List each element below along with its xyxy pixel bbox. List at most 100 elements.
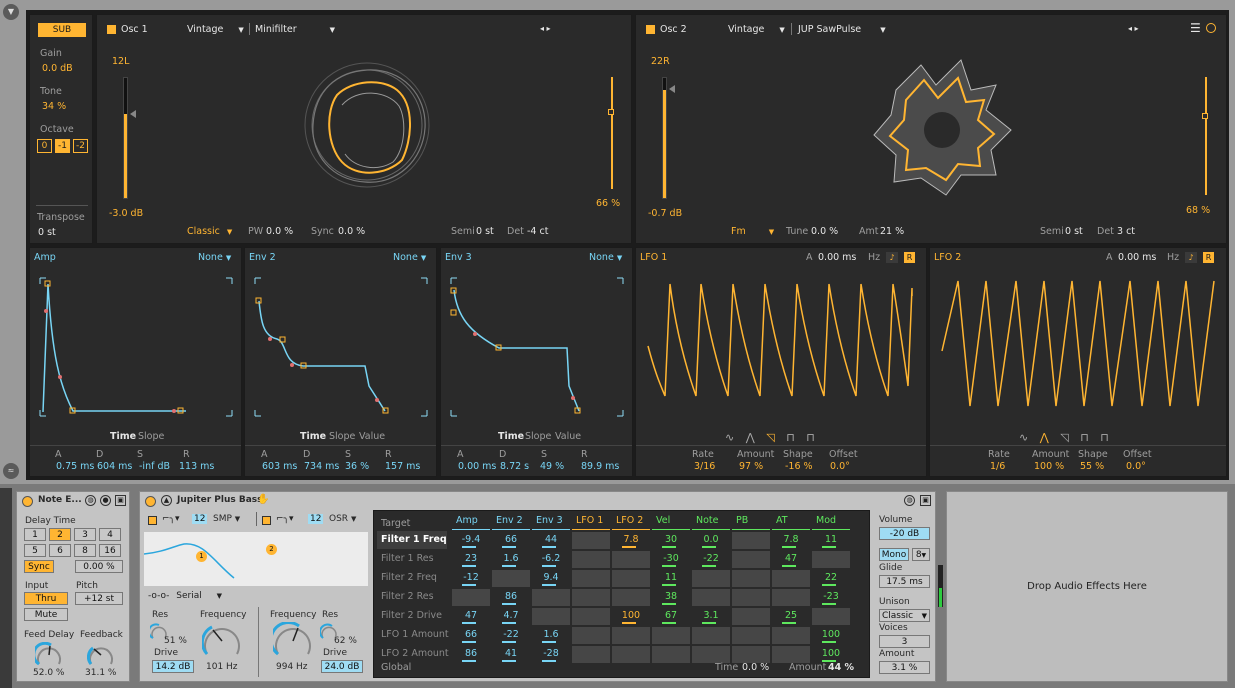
osc1-level-meter[interactable] xyxy=(123,77,128,199)
nav-arrows-icon[interactable]: ◂ ▸ xyxy=(1128,24,1139,33)
env-mode-dropdown[interactable]: None ▼ xyxy=(393,252,426,263)
matrix-cell[interactable]: 100 xyxy=(612,608,650,625)
filter2-badge[interactable]: 2 xyxy=(266,544,277,555)
tab-value[interactable]: Value xyxy=(359,431,385,442)
routing-dropdown[interactable]: -o-o- Serial ▼ xyxy=(148,591,222,601)
delay-8-button[interactable]: 8 xyxy=(74,544,96,557)
matrix-cell[interactable]: -9.4 xyxy=(452,532,490,549)
decay-value[interactable]: 8.72 s xyxy=(500,461,529,472)
matrix-cell[interactable] xyxy=(572,608,610,625)
matrix-cell[interactable]: 22 xyxy=(812,570,850,587)
tab-time[interactable]: Time xyxy=(300,431,326,442)
matrix-row-label[interactable]: Filter 2 Res xyxy=(377,588,447,606)
matrix-row-label[interactable]: LFO 2 Amount xyxy=(377,645,449,663)
delay-2-button[interactable]: 2 xyxy=(49,528,71,541)
tab-slope[interactable]: Slope xyxy=(525,431,551,442)
matrix-cell[interactable]: 11 xyxy=(812,532,850,549)
offset-value[interactable]: 0.0° xyxy=(1126,461,1146,472)
lfo-attack-value[interactable]: 0.00 ms xyxy=(1118,252,1156,263)
save-icon[interactable]: ▣ xyxy=(115,495,126,506)
matrix-cell[interactable] xyxy=(732,646,770,663)
note-icon[interactable]: ♪ xyxy=(886,252,898,263)
matrix-cell[interactable]: 9.4 xyxy=(532,570,570,587)
matrix-cell[interactable]: 86 xyxy=(492,589,530,606)
feed-delay-knob[interactable] xyxy=(35,642,63,666)
matrix-cell[interactable]: 47 xyxy=(452,608,490,625)
shape-value[interactable]: -16 % xyxy=(785,461,813,472)
delay-1-button[interactable]: 1 xyxy=(24,528,46,541)
osc1-db[interactable]: -3.0 dB xyxy=(109,208,143,219)
macro-icon[interactable]: ◍ xyxy=(85,495,96,506)
matrix-cell[interactable]: 23 xyxy=(452,551,490,568)
transpose-value[interactable]: 0 st xyxy=(38,227,56,238)
matrix-cell[interactable] xyxy=(572,551,610,568)
matrix-cell[interactable] xyxy=(612,589,650,606)
osc2-type-dropdown[interactable]: Vintage ▼ xyxy=(728,24,785,35)
rate-value[interactable]: 3/16 xyxy=(694,461,715,472)
release-value[interactable]: 157 ms xyxy=(385,461,420,472)
env-mode-dropdown[interactable]: None ▼ xyxy=(589,252,622,263)
filter2-slope[interactable]: 12 xyxy=(308,514,324,524)
filter1-shape-dropdown[interactable]: ⌐╮▾ xyxy=(162,514,179,524)
link-icon[interactable]: ● xyxy=(100,495,111,506)
matrix-cell[interactable] xyxy=(732,589,770,606)
shape-value[interactable]: 55 % xyxy=(1080,461,1104,472)
voices-dropdown[interactable]: 8▼ xyxy=(912,548,930,561)
matrix-cell[interactable] xyxy=(692,589,730,606)
lfo1-shape-selector[interactable]: ∿ ⋀ ◹ ⊓ ⊓ xyxy=(725,431,845,444)
hotswap-icon[interactable]: ≈ xyxy=(3,463,19,479)
feedback-knob[interactable] xyxy=(87,642,115,666)
matrix-cell[interactable] xyxy=(732,551,770,568)
unison-dropdown[interactable]: Classic ▼ xyxy=(879,609,930,622)
circle-icon[interactable] xyxy=(1206,23,1216,33)
matrix-cell[interactable]: 67 xyxy=(652,608,690,625)
env2-graph[interactable] xyxy=(253,276,429,418)
sync-button[interactable]: Sync xyxy=(24,560,54,573)
matrix-cell[interactable] xyxy=(692,570,730,587)
delay-4-button[interactable]: 4 xyxy=(99,528,121,541)
filter1-type-dropdown[interactable]: SMP ▼ xyxy=(213,514,240,524)
matrix-cell[interactable]: -28 xyxy=(532,646,570,663)
matrix-cell[interactable]: 1.6 xyxy=(532,627,570,644)
env3-graph[interactable] xyxy=(449,276,625,418)
gain-value[interactable]: 0.0 dB xyxy=(42,63,73,74)
matrix-row-label[interactable]: Filter 2 Freq xyxy=(377,569,447,587)
matrix-cell[interactable] xyxy=(532,608,570,625)
matrix-cell[interactable] xyxy=(612,551,650,568)
delay-6-button[interactable]: 6 xyxy=(49,544,71,557)
matrix-cell[interactable] xyxy=(732,532,770,549)
octave-minus2-button[interactable]: -2 xyxy=(73,139,88,153)
osc1-right-slider[interactable] xyxy=(608,77,614,189)
amp-envelope-graph[interactable] xyxy=(38,276,234,418)
matrix-cell[interactable]: 1.6 xyxy=(492,551,530,568)
sustain-value[interactable]: 36 % xyxy=(345,461,369,472)
octave-0-button[interactable]: 0 xyxy=(37,139,52,153)
matrix-cell[interactable]: 7.8 xyxy=(612,532,650,549)
matrix-cell[interactable]: 7.8 xyxy=(772,532,810,549)
release-value[interactable]: 113 ms xyxy=(179,461,214,472)
expand-icon[interactable]: ▲ xyxy=(161,495,172,506)
matrix-cell[interactable] xyxy=(652,646,690,663)
pitch-field[interactable]: +12 st xyxy=(75,592,123,605)
osc1-filter-dropdown[interactable]: Minifilter ▼ xyxy=(255,24,335,35)
decay-value[interactable]: 604 ms xyxy=(97,461,132,472)
amount-value[interactable]: 44 % xyxy=(828,662,854,673)
matrix-cell[interactable] xyxy=(572,627,610,644)
matrix-cell[interactable] xyxy=(772,646,810,663)
delay-3-button[interactable]: 3 xyxy=(74,528,96,541)
matrix-cell[interactable] xyxy=(572,570,610,587)
thru-button[interactable]: Thru xyxy=(24,592,68,605)
osc2-wave-dropdown[interactable]: JUP SawPulse ▼ xyxy=(798,24,886,35)
matrix-cell[interactable] xyxy=(812,551,850,568)
filter2-type-dropdown[interactable]: OSR ▼ xyxy=(329,514,356,524)
matrix-cell[interactable] xyxy=(572,646,610,663)
matrix-cell[interactable] xyxy=(732,570,770,587)
matrix-cell[interactable] xyxy=(732,608,770,625)
osc2-right-slider[interactable] xyxy=(1202,77,1208,195)
sustain-value[interactable]: -inf dB xyxy=(139,461,170,472)
attack-value[interactable]: 603 ms xyxy=(262,461,297,472)
retrigger-button[interactable]: R xyxy=(904,252,915,263)
pw-value[interactable]: 0.0 % xyxy=(266,226,293,237)
sub-toggle[interactable]: SUB xyxy=(38,23,86,37)
matrix-cell[interactable]: 100 xyxy=(812,646,850,663)
